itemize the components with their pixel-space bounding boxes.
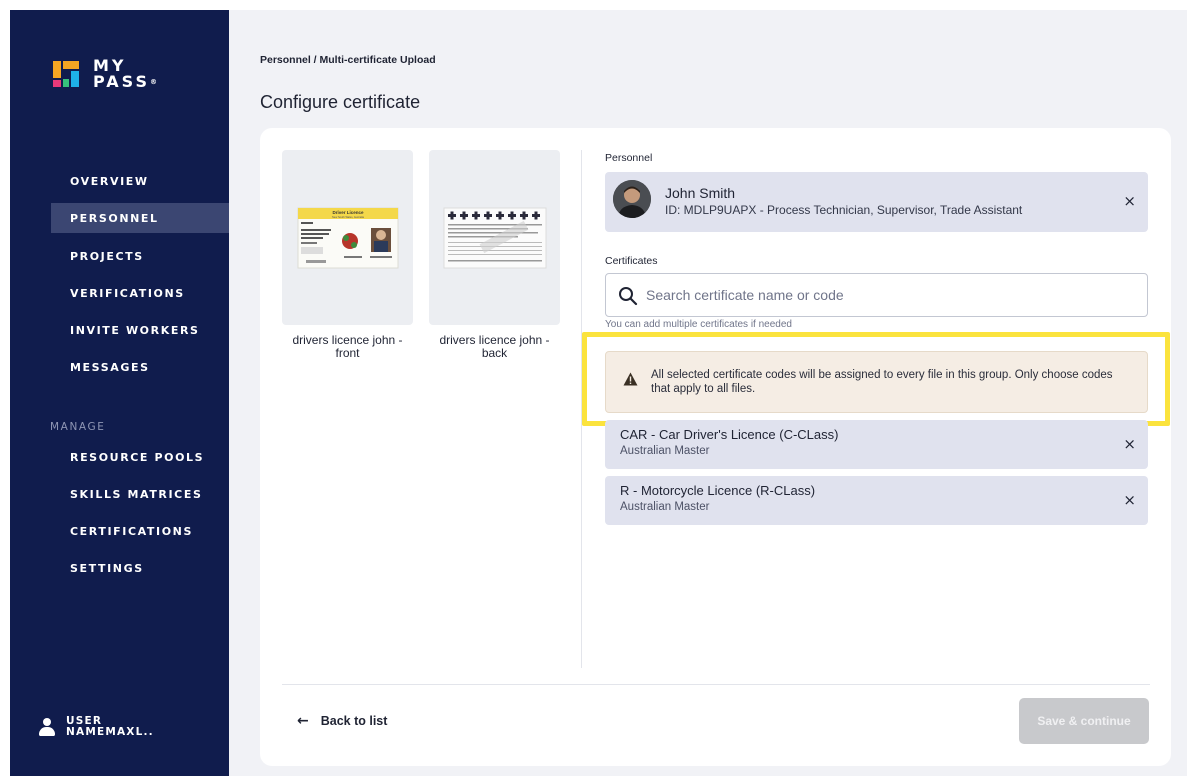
selected-certificate-title: CAR - Car Driver's Licence (C-CLass) <box>620 427 839 442</box>
user-menu[interactable]: USER NAMEMAXL.. <box>38 716 154 738</box>
certificate-search <box>605 273 1148 317</box>
nav-item-invite-workers[interactable]: INVITE WORKERS <box>51 315 229 345</box>
remove-personnel-close-icon[interactable]: × <box>1123 192 1136 210</box>
selected-certificate-title: R - Motorcycle Licence (R-CLass) <box>620 483 816 498</box>
selected-certificate-subtitle: Australian Master <box>620 501 710 513</box>
mypass-logo-icon <box>53 61 79 87</box>
logo[interactable]: MY PASS® <box>53 54 160 94</box>
licence-front-image: Driver Licence New South Wales, Australi… <box>297 207 399 269</box>
nav-item-projects[interactable]: PROJECTS <box>51 241 229 271</box>
certificates-label: Certificates <box>605 255 658 267</box>
personnel-id: ID: MDLP9UAPX - Process Technician, Supe… <box>665 203 1023 217</box>
nav-item-verifications[interactable]: VERIFICATIONS <box>51 278 229 308</box>
file-thumbnail-front[interactable]: Driver Licence New South Wales, Australi… <box>282 150 413 325</box>
file-label-front: drivers licence john - front <box>292 333 403 360</box>
sidebar: MY PASS® OVERVIEW PERSONNEL PROJECTS VER… <box>10 10 229 776</box>
user-icon <box>38 718 56 736</box>
nav-item-resource-pools[interactable]: RESOURCE POOLS <box>51 442 229 472</box>
personnel-name: John Smith <box>665 185 736 201</box>
selected-certificate-chip: CAR - Car Driver's Licence (C-CLass) Aus… <box>605 420 1148 469</box>
user-name: USER NAMEMAXL.. <box>66 716 154 738</box>
page-title: Configure certificate <box>260 92 421 112</box>
nav-item-certifications[interactable]: CERTIFICATIONS <box>51 516 229 546</box>
nav-item-personnel[interactable]: PERSONNEL <box>51 203 229 233</box>
file-thumbnail-back[interactable] <box>429 150 560 325</box>
file-label-back: drivers licence john - back <box>439 333 550 360</box>
avatar <box>613 180 651 218</box>
back-to-list-link[interactable]: ← Back to list <box>297 713 387 729</box>
nav-item-messages[interactable]: MESSAGES <box>51 352 229 382</box>
nav-item-settings[interactable]: SETTINGS <box>51 553 229 583</box>
logo-line-2: PASS <box>93 72 150 91</box>
user-name-line-2: NAMEMAXL.. <box>66 726 154 738</box>
back-to-list-label: Back to list <box>320 714 388 728</box>
logo-registered-mark: ® <box>149 78 160 86</box>
arrow-left-icon: ← <box>297 713 309 729</box>
nav-item-skills-matrices[interactable]: SKILLS MATRICES <box>51 479 229 509</box>
remove-certificate-close-icon[interactable]: × <box>1123 435 1136 453</box>
personnel-label: Personnel <box>605 152 653 164</box>
selected-certificate-subtitle: Australian Master <box>620 445 710 457</box>
certificates-hint: You can add multiple certificates if nee… <box>605 319 792 330</box>
nav-item-overview[interactable]: OVERVIEW <box>51 166 229 196</box>
search-icon <box>619 287 638 306</box>
warning-highlight-frame <box>582 332 1170 426</box>
licence-header-text: Driver Licence <box>332 210 364 215</box>
footer-divider <box>282 684 1150 685</box>
licence-region-text: New South Wales, Australia <box>332 215 364 219</box>
licence-back-image <box>443 207 547 269</box>
logo-text: MY PASS® <box>93 58 160 90</box>
personnel-chip: John Smith ID: MDLP9UAPX - Process Techn… <box>605 172 1148 232</box>
breadcrumb[interactable]: Personnel / Multi-certificate Upload <box>260 54 436 66</box>
nav-section-manage: MANAGE <box>50 421 106 433</box>
remove-certificate-close-icon[interactable]: × <box>1123 491 1136 509</box>
main-content: Personnel / Multi-certificate Upload Con… <box>229 10 1187 776</box>
certificate-search-input[interactable] <box>646 274 1136 316</box>
configure-card: Driver Licence New South Wales, Australi… <box>260 128 1171 766</box>
selected-certificate-chip: R - Motorcycle Licence (R-CLass) Austral… <box>605 476 1148 525</box>
save-continue-button[interactable]: Save & continue <box>1019 698 1149 744</box>
